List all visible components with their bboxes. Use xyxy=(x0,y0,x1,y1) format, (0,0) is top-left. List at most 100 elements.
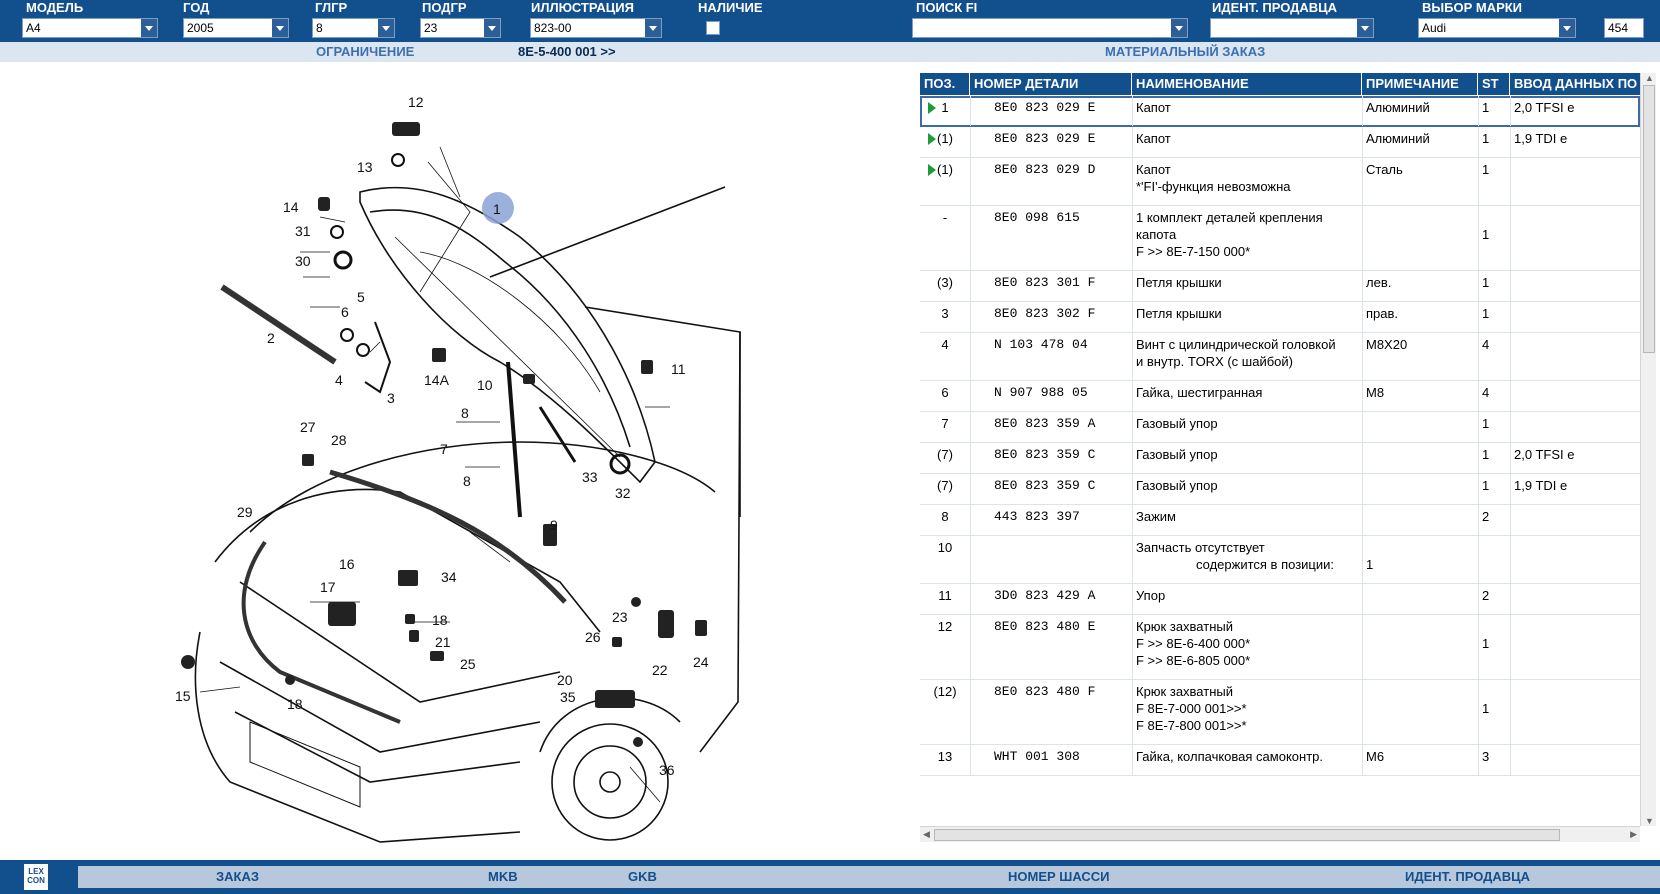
chevron-down-icon[interactable] xyxy=(1171,19,1187,37)
callout-label[interactable]: 27 xyxy=(300,419,316,435)
callout-label[interactable]: 10 xyxy=(477,377,493,393)
callout-label[interactable]: 23 xyxy=(612,609,628,625)
callout-label[interactable]: 11 xyxy=(671,361,686,377)
table-row[interactable]: 7 8E0 823 359 A Газовый упор 1 xyxy=(920,412,1640,443)
callout-label[interactable]: 24 xyxy=(693,654,709,670)
column-header-data-input[interactable]: ВВОД ДАННЫХ ПО xyxy=(1510,73,1640,95)
callout-label[interactable]: 13 xyxy=(357,159,373,175)
scroll-left-icon[interactable]: ◀ xyxy=(923,829,930,840)
callout-label[interactable]: 14 xyxy=(283,199,299,215)
callout-label[interactable]: 1 xyxy=(493,201,501,217)
cell-part-number: 8E0 823 029 E xyxy=(994,131,1096,146)
table-row[interactable]: 11 3D0 823 429 A Упор 2 xyxy=(920,584,1640,615)
table-row[interactable]: (1) 8E0 823 029 D Капот *'FI'-функция невоз… xyxy=(920,158,1640,206)
chevron-down-icon[interactable] xyxy=(141,19,157,37)
restriction-label[interactable]: ОГРАНИЧЕНИЕ xyxy=(316,44,414,59)
chevron-down-icon[interactable] xyxy=(1559,19,1575,37)
callout-label[interactable]: 35 xyxy=(560,689,576,705)
callout-label[interactable]: 6 xyxy=(341,304,349,320)
table-row[interactable]: (7) 8E0 823 359 C Газовый упор 1 1,9 TDI e xyxy=(920,474,1640,505)
callout-label[interactable]: 33 xyxy=(582,469,598,485)
callout-label[interactable]: 7 xyxy=(440,441,448,457)
table-row[interactable]: 6 N 907 988 05 Гайка, шестигранная M8 4 xyxy=(920,381,1640,412)
year-select[interactable]: 2005 xyxy=(183,18,289,38)
callout-label[interactable]: 30 xyxy=(295,253,311,269)
scrollbar-thumb[interactable] xyxy=(934,829,1560,841)
cell-name-line: Гайка, шестигранная xyxy=(1136,385,1263,400)
callout-label[interactable]: 8 xyxy=(463,473,471,489)
column-header-pos[interactable]: ПОЗ. xyxy=(920,73,970,95)
table-row[interactable]: 10 Запчасть отсутствует содержится в позиц… xyxy=(920,536,1640,584)
callout-label[interactable]: 22 xyxy=(652,662,668,678)
scroll-down-icon[interactable]: ▼ xyxy=(1645,816,1654,826)
column-header-name[interactable]: НАИМЕНОВАНИЕ xyxy=(1132,73,1362,95)
chevron-down-icon[interactable] xyxy=(1357,19,1373,37)
callout-label[interactable]: 36 xyxy=(659,762,675,778)
callout-label[interactable]: 14A xyxy=(424,372,450,388)
table-row[interactable]: (3) 8E0 823 301 F Петля крышки лев. 1 xyxy=(920,271,1640,302)
table-row[interactable]: 12 8E0 823 480 E Крюк захватный F >> 8E-6-4… xyxy=(920,615,1640,680)
sub-group-select[interactable]: 23 xyxy=(420,18,501,38)
callout-label[interactable]: 3 xyxy=(387,390,395,406)
callout-label[interactable]: 15 xyxy=(175,688,191,704)
table-row[interactable]: 4 N 103 478 04 Винт с цилиндрической голов… xyxy=(920,333,1640,381)
callout-label[interactable]: 12 xyxy=(408,94,424,110)
chevron-down-icon[interactable] xyxy=(484,19,500,37)
callout-label[interactable]: 31 xyxy=(295,223,311,239)
scroll-right-icon[interactable]: ▶ xyxy=(1630,829,1637,840)
exploded-view-illustration[interactable]: 1 2 3 4 5 6 7 8 8 9 10 11 12 13 14 14A 1… xyxy=(0,62,920,862)
table-row[interactable]: (12) 8E0 823 480 F Крюк захватный F 8E-7-00… xyxy=(920,680,1640,745)
callout-label[interactable]: 4 xyxy=(335,372,343,388)
main-group-select[interactable]: 8 xyxy=(312,18,395,38)
order-button[interactable]: ЗАКАЗ xyxy=(216,869,259,884)
vertical-scrollbar[interactable]: ▲ ▼ xyxy=(1640,73,1656,826)
dealer-id-button[interactable]: ИДЕНТ. ПРОДАВЦА xyxy=(1405,869,1530,884)
table-row[interactable]: (1) 8E0 823 029 E Капот Алюминий 1 1,9 TDI e xyxy=(920,127,1640,158)
callout-label[interactable]: 29 xyxy=(237,504,253,520)
callout-label[interactable]: 9 xyxy=(550,517,558,533)
column-header-note[interactable]: ПРИМЕЧАНИЕ xyxy=(1362,73,1478,95)
scroll-up-icon[interactable]: ▲ xyxy=(1645,73,1654,83)
chassis-number-button[interactable]: НОМЕР ШАССИ xyxy=(1008,869,1110,884)
callout-label[interactable]: 21 xyxy=(435,634,451,650)
horizontal-scrollbar[interactable]: ◀ ▶ xyxy=(920,826,1640,842)
callout-label[interactable]: 18 xyxy=(287,696,303,712)
table-row[interactable]: 8 443 823 397 Зажим 2 xyxy=(920,505,1640,536)
sub-group-label: ПОДГР xyxy=(422,0,467,15)
callout-label[interactable]: 16 xyxy=(339,556,355,572)
table-row[interactable]: (7) 8E0 823 359 C Газовый упор 1 2,0 TFSI e xyxy=(920,443,1640,474)
availability-checkbox[interactable] xyxy=(706,21,720,35)
table-row[interactable]: 1 8E0 823 029 E Капот Алюминий 1 2,0 TFSI e xyxy=(920,96,1640,127)
illustration-select[interactable]: 823-00 xyxy=(530,18,662,38)
brand-select[interactable]: Audi xyxy=(1418,18,1576,38)
mkb-button[interactable]: MKB xyxy=(488,869,518,884)
scrollbar-thumb[interactable] xyxy=(1643,85,1655,353)
table-row[interactable]: 13 WHT 001 308 Гайка, колпачковая самоконт… xyxy=(920,745,1640,776)
search-fi-select[interactable] xyxy=(912,18,1188,38)
callout-label[interactable]: 5 xyxy=(357,289,365,305)
callout-label[interactable]: 18 xyxy=(432,612,448,628)
chevron-down-icon[interactable] xyxy=(378,19,394,37)
callout-label[interactable]: 17 xyxy=(320,579,336,595)
callout-label[interactable]: 20 xyxy=(557,672,573,688)
brand-code[interactable]: 454 xyxy=(1604,18,1644,38)
gkb-button[interactable]: GKB xyxy=(628,869,657,884)
callout-label[interactable]: 34 xyxy=(441,569,457,585)
table-row[interactable]: - 8E0 098 615 1 комплект деталей крепления… xyxy=(920,206,1640,271)
callout-label[interactable]: 32 xyxy=(615,485,631,501)
dealer-id-select[interactable] xyxy=(1210,18,1374,38)
chevron-down-icon[interactable] xyxy=(272,19,288,37)
callout-label[interactable]: 28 xyxy=(331,432,347,448)
model-select[interactable]: A4 xyxy=(22,18,158,38)
callout-label[interactable]: 2 xyxy=(267,330,275,346)
callout-label[interactable]: 25 xyxy=(460,656,476,672)
column-header-st[interactable]: ST xyxy=(1478,73,1510,95)
column-header-part-number[interactable]: НОМЕР ДЕТАЛИ xyxy=(970,73,1132,95)
table-row[interactable]: 3 8E0 823 302 F Петля крышки прав. 1 xyxy=(920,302,1640,333)
chevron-down-icon[interactable] xyxy=(645,19,661,37)
cell-data-input: 2,0 TFSI e xyxy=(1514,447,1575,462)
cell-st: 2 xyxy=(1482,509,1490,524)
callout-label[interactable]: 26 xyxy=(585,629,601,645)
material-order-title[interactable]: МАТЕРИАЛЬНЫЙ ЗАКАЗ xyxy=(1105,44,1265,59)
callout-label[interactable]: 8 xyxy=(461,405,469,421)
